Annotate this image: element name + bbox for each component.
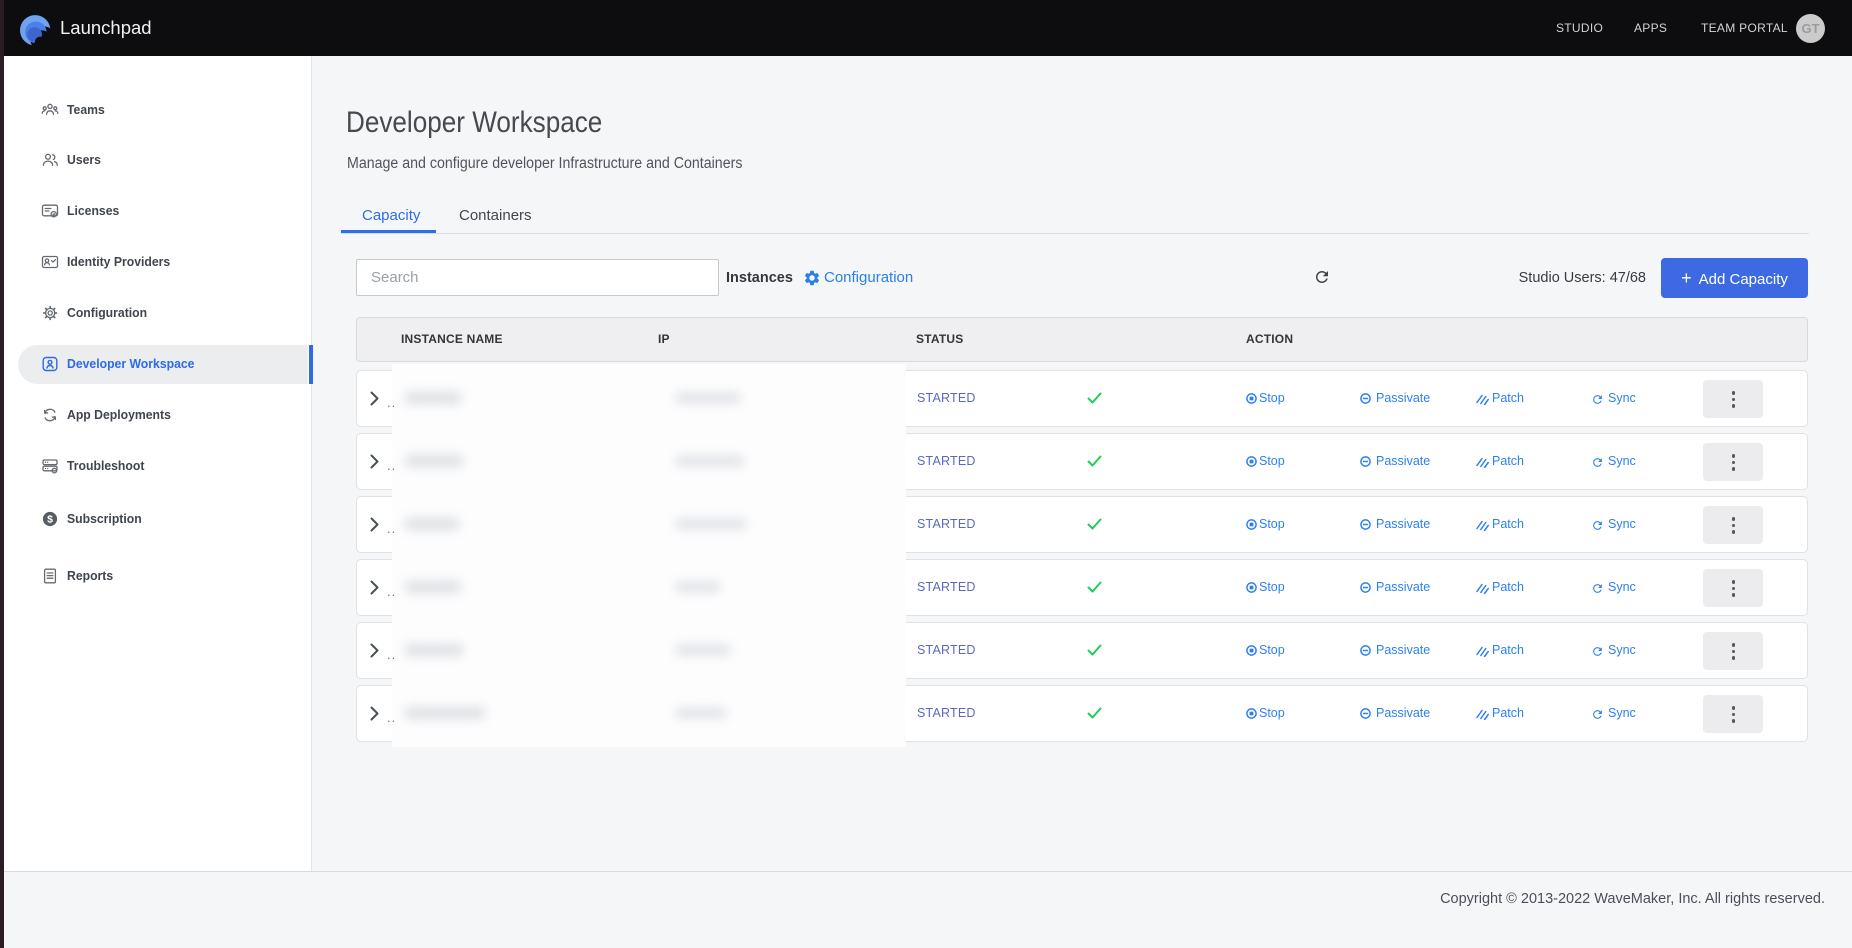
svg-text:$: $ bbox=[47, 514, 53, 526]
